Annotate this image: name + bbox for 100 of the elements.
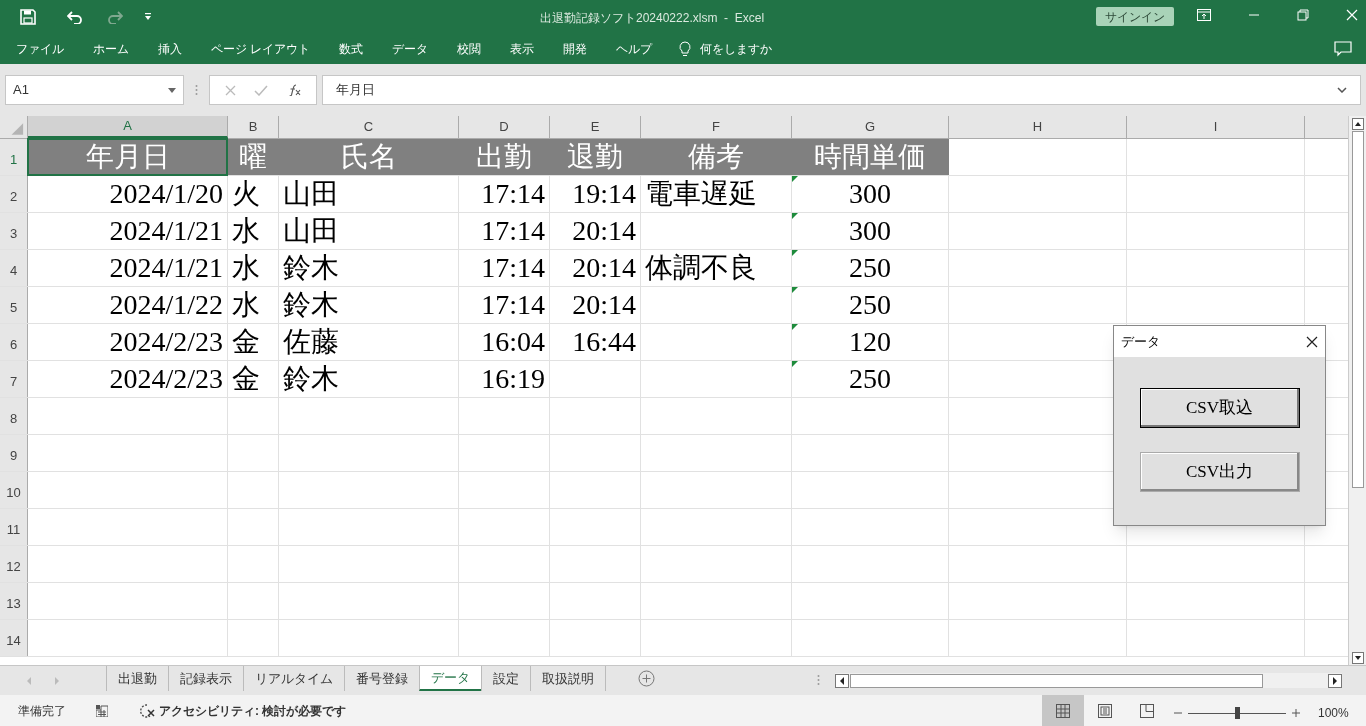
zoom-in-icon[interactable]: [1291, 708, 1301, 718]
column-heading-cell-text: 氏名: [339, 140, 398, 174]
table-cell-text: 体調不良: [644, 251, 758, 285]
ribbon-tab[interactable]: 開発: [551, 36, 600, 61]
table-cell-text: 佐藤: [282, 325, 340, 359]
dialog-button[interactable]: CSV出力: [1139, 452, 1300, 492]
formula-field[interactable]: 年月日: [322, 75, 1361, 105]
row-header[interactable]: 10: [0, 472, 28, 508]
table-cell-text: 水: [231, 288, 261, 322]
row-header[interactable]: 13: [0, 583, 28, 619]
scrollbar-thumb[interactable]: [850, 673, 1263, 688]
table-cell-text: 300: [848, 177, 892, 211]
sheet-tab[interactable]: 記録表示: [168, 666, 243, 691]
scroll-left-icon[interactable]: [835, 673, 849, 688]
table-cell-text: 電車遅延: [644, 177, 758, 211]
table-cell-text: 鈴木: [282, 251, 340, 285]
column-heading-cell: 年月日: [28, 139, 227, 175]
row-header[interactable]: 3: [0, 213, 28, 249]
save-icon[interactable]: [20, 8, 36, 25]
sheet-tab[interactable]: 取扱説明: [530, 666, 605, 691]
row-header[interactable]: 11: [0, 509, 28, 545]
table-cell-text: 20:14: [571, 288, 637, 322]
table-cell-text: 山田: [282, 214, 340, 248]
table-cell-text: 鈴木: [282, 362, 340, 396]
customize-icon[interactable]: [144, 12, 152, 21]
table-cell-text: 金: [231, 325, 261, 359]
row-header[interactable]: 7: [0, 361, 28, 397]
ribbon-tab[interactable]: ヘルプ: [604, 36, 665, 61]
name-box[interactable]: A1: [5, 75, 184, 105]
accessibility-icon[interactable]: [140, 703, 156, 718]
row-header[interactable]: 6: [0, 324, 28, 360]
tell-me-box[interactable]: 何をしますか: [700, 39, 773, 58]
row-header[interactable]: 5: [0, 287, 28, 323]
table-cell-text: 火: [231, 177, 261, 211]
ribbon-tab[interactable]: ファイル: [4, 36, 76, 61]
column-header[interactable]: C: [279, 116, 459, 138]
row-header[interactable]: 14: [0, 620, 28, 656]
grip-icon: [817, 674, 820, 686]
ribbon-tab[interactable]: ページ レイアウト: [199, 36, 323, 61]
ribbon-display-icon[interactable]: [1197, 9, 1211, 21]
table-cell-text: 20:14: [571, 251, 637, 285]
column-header[interactable]: F: [641, 116, 792, 138]
scroll-down-icon[interactable]: [1351, 652, 1364, 664]
vertical-scrollbar[interactable]: [1348, 116, 1366, 665]
table-cell-text: 2024/1/21: [108, 214, 224, 248]
column-header[interactable]: D: [459, 116, 550, 138]
scrollbar-thumb[interactable]: [1351, 131, 1364, 488]
ribbon-tab[interactable]: 挿入: [146, 36, 194, 61]
close-icon[interactable]: [1306, 335, 1318, 348]
undo-icon[interactable]: [67, 9, 83, 24]
dropdown-icon: [168, 87, 176, 93]
page-break-preview-icon: [1140, 703, 1154, 718]
row-header[interactable]: 9: [0, 435, 28, 471]
zoom-slider[interactable]: [1188, 707, 1286, 719]
normal-view-button[interactable]: [1042, 695, 1084, 726]
column-heading-cell-text: 備考: [687, 140, 745, 174]
ribbon-tab[interactable]: 校閲: [445, 36, 494, 61]
sign-in-button[interactable]: サインイン: [1096, 7, 1174, 26]
column-heading-cell-text: 出勤: [475, 140, 533, 174]
sheet-tab[interactable]: リアルタイム: [243, 666, 344, 691]
table-cell-text: 山田: [282, 177, 340, 211]
row-header[interactable]: 8: [0, 398, 28, 434]
row-header[interactable]: 2: [0, 176, 28, 212]
ribbon-tab[interactable]: データ: [380, 36, 441, 61]
expand-icon: [1337, 87, 1347, 93]
table-cell-text: 2024/1/21: [108, 251, 224, 285]
column-header[interactable]: I: [1127, 116, 1305, 138]
grip-icon: [195, 84, 198, 96]
macro-recording-icon[interactable]: [96, 704, 108, 717]
scroll-right-icon[interactable]: [1328, 673, 1342, 688]
horizontal-scrollbar[interactable]: [835, 673, 1342, 688]
table-cell-text: 2024/2/23: [108, 362, 224, 396]
zoom-slider-thumb[interactable]: [1234, 707, 1240, 719]
sheet-tab[interactable]: データ: [419, 666, 481, 691]
sheet-tab[interactable]: 出退勤: [106, 666, 168, 691]
restore-icon[interactable]: [1297, 9, 1309, 21]
scroll-up-icon[interactable]: [1351, 118, 1364, 130]
ribbon-tab[interactable]: 表示: [498, 36, 547, 61]
comments-icon[interactable]: [1334, 41, 1352, 57]
row-header[interactable]: 1: [0, 139, 28, 175]
sheet-tab[interactable]: 設定: [481, 666, 530, 691]
normal-view-icon: [1056, 703, 1070, 718]
column-header[interactable]: B: [228, 116, 279, 138]
table-cell-text: 250: [848, 288, 892, 322]
column-header[interactable]: G: [792, 116, 949, 138]
accessibility-status[interactable]: アクセシビリティ: 検討が必要です: [159, 701, 347, 720]
table-cell-text: 17:14: [480, 214, 546, 248]
ribbon-tab[interactable]: ホーム: [81, 36, 141, 61]
add-sheet-icon[interactable]: [638, 670, 655, 687]
column-header[interactable]: H: [949, 116, 1127, 138]
dialog-button[interactable]: CSV取込: [1139, 388, 1300, 428]
column-header[interactable]: E: [550, 116, 641, 138]
ribbon-tab[interactable]: 数式: [327, 36, 376, 61]
lightbulb-icon[interactable]: [679, 40, 692, 57]
table-cell-text: 16:44: [571, 325, 637, 359]
row-header[interactable]: 12: [0, 546, 28, 582]
column-header[interactable]: A: [28, 116, 228, 138]
zoom-level[interactable]: 100%: [1318, 704, 1349, 722]
row-header[interactable]: 4: [0, 250, 28, 286]
table-cell-text: 水: [231, 214, 261, 248]
